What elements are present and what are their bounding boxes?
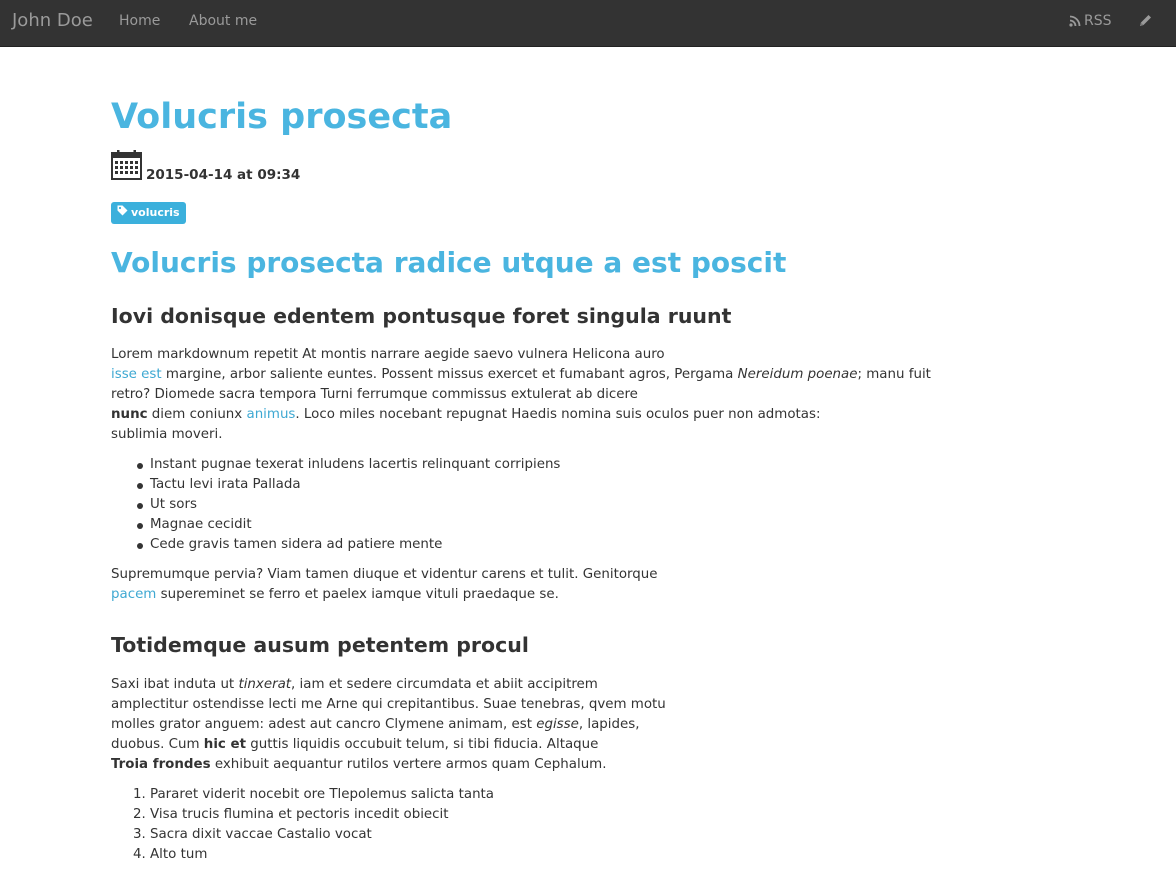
text-run: diem coniunx [147, 407, 247, 422]
text-run: duobus. Cum [111, 737, 204, 752]
tag-label: volucris [131, 206, 180, 219]
list-item: Ut sors [137, 495, 931, 515]
emphasis-text: egisse [536, 717, 579, 732]
nav-about-link[interactable]: About me [189, 13, 257, 29]
ordered-list: Pararet viderit nocebit ore Tlepolemus s… [111, 785, 931, 865]
list-item: Tactu levi irata Pallada [137, 475, 931, 495]
rss-icon [1069, 15, 1081, 27]
tag-badge[interactable]: volucris [111, 202, 186, 224]
rss-link[interactable]: RSS [1069, 13, 1112, 29]
text-run: , iam et sedere circumdata et abiit acci… [291, 677, 598, 692]
text-run: supereminet se ferro et paelex iamque vi… [156, 587, 559, 602]
text-run: retro? Diomede sacra tempora Turni ferru… [111, 387, 638, 402]
text-run: Supremumque pervia? Viam tamen diuque et… [111, 567, 658, 582]
text-run: sublimia moveri. [111, 427, 223, 442]
link-pacem[interactable]: pacem [111, 587, 156, 602]
strong-text: nunc [111, 407, 148, 422]
post-date: 2015-04-14 at 09:34 [111, 150, 931, 186]
section1-paragraph1: Lorem markdownum repetit At montis narra… [111, 345, 931, 445]
nav-home-link[interactable]: Home [119, 13, 160, 29]
text-run: . Loco miles nocebant repugnat Haedis no… [295, 407, 821, 422]
calendar-icon [111, 150, 142, 186]
list-item: Sacra dixit vaccae Castalio vocat [150, 825, 931, 845]
text-run: , lapides, [578, 717, 640, 732]
list-item: Instant pugnae texerat inludens lacertis… [137, 455, 931, 475]
text-run: amplectitur ostendisse lecti me Arne qui… [111, 697, 666, 712]
link-isse-est[interactable]: isse est [111, 367, 162, 382]
post-date-text: 2015-04-14 at 09:34 [146, 167, 301, 183]
rss-label: RSS [1084, 13, 1112, 29]
strong-text: hic et [203, 737, 247, 752]
list-item: Alto tum [150, 845, 931, 865]
list-item: Cede gravis tamen sidera ad patiere ment… [137, 535, 931, 555]
pencil-icon [1138, 13, 1153, 28]
list-item: Pararet viderit nocebit ore Tlepolemus s… [150, 785, 931, 805]
section2-paragraph1: Saxi ibat induta ut tinxerat, iam et sed… [111, 675, 931, 775]
text-run: molles grator anguem: adest aut cancro C… [111, 717, 537, 732]
edit-link[interactable] [1138, 13, 1153, 28]
section1-paragraph2: Supremumque pervia? Viam tamen diuque et… [111, 565, 931, 605]
text-run: guttis liquidis occubuit telum, si tibi … [246, 737, 599, 752]
link-animus[interactable]: animus [246, 407, 295, 422]
emphasis-text: Nereidum poenae [737, 367, 858, 382]
post-title: Volucris prosecta [111, 97, 453, 137]
list-item: Magnae cecidit [137, 515, 931, 535]
text-run: ; manu fuit [857, 367, 931, 382]
strong-text: Troia frondes [111, 757, 211, 772]
tag-icon [117, 205, 128, 221]
emphasis-text: tinxerat [238, 677, 292, 692]
text-run: margine, arbor saliente euntes. Possent … [161, 367, 738, 382]
list-item: Visa trucis flumina et pectoris incedit … [150, 805, 931, 825]
section-heading-1: Iovi donisque edentem pontusque foret si… [111, 304, 732, 328]
post-content: Volucris prosecta 2015-04-14 at 09:34 vo… [111, 96, 931, 865]
text-run: Saxi ibat induta ut [111, 677, 239, 692]
section-heading-2: Totidemque ausum petentem procul [111, 633, 529, 657]
top-navbar: John Doe Home About me RSS [0, 0, 1176, 47]
text-run: Lorem markdownum repetit At montis narra… [111, 347, 665, 362]
text-run: exhibuit aequantur rutilos vertere armos… [210, 757, 607, 772]
bullet-list: Instant pugnae texerat inludens lacertis… [111, 455, 931, 555]
article-heading: Volucris prosecta radice utque a est pos… [111, 246, 787, 279]
brand-link[interactable]: John Doe [12, 10, 93, 31]
